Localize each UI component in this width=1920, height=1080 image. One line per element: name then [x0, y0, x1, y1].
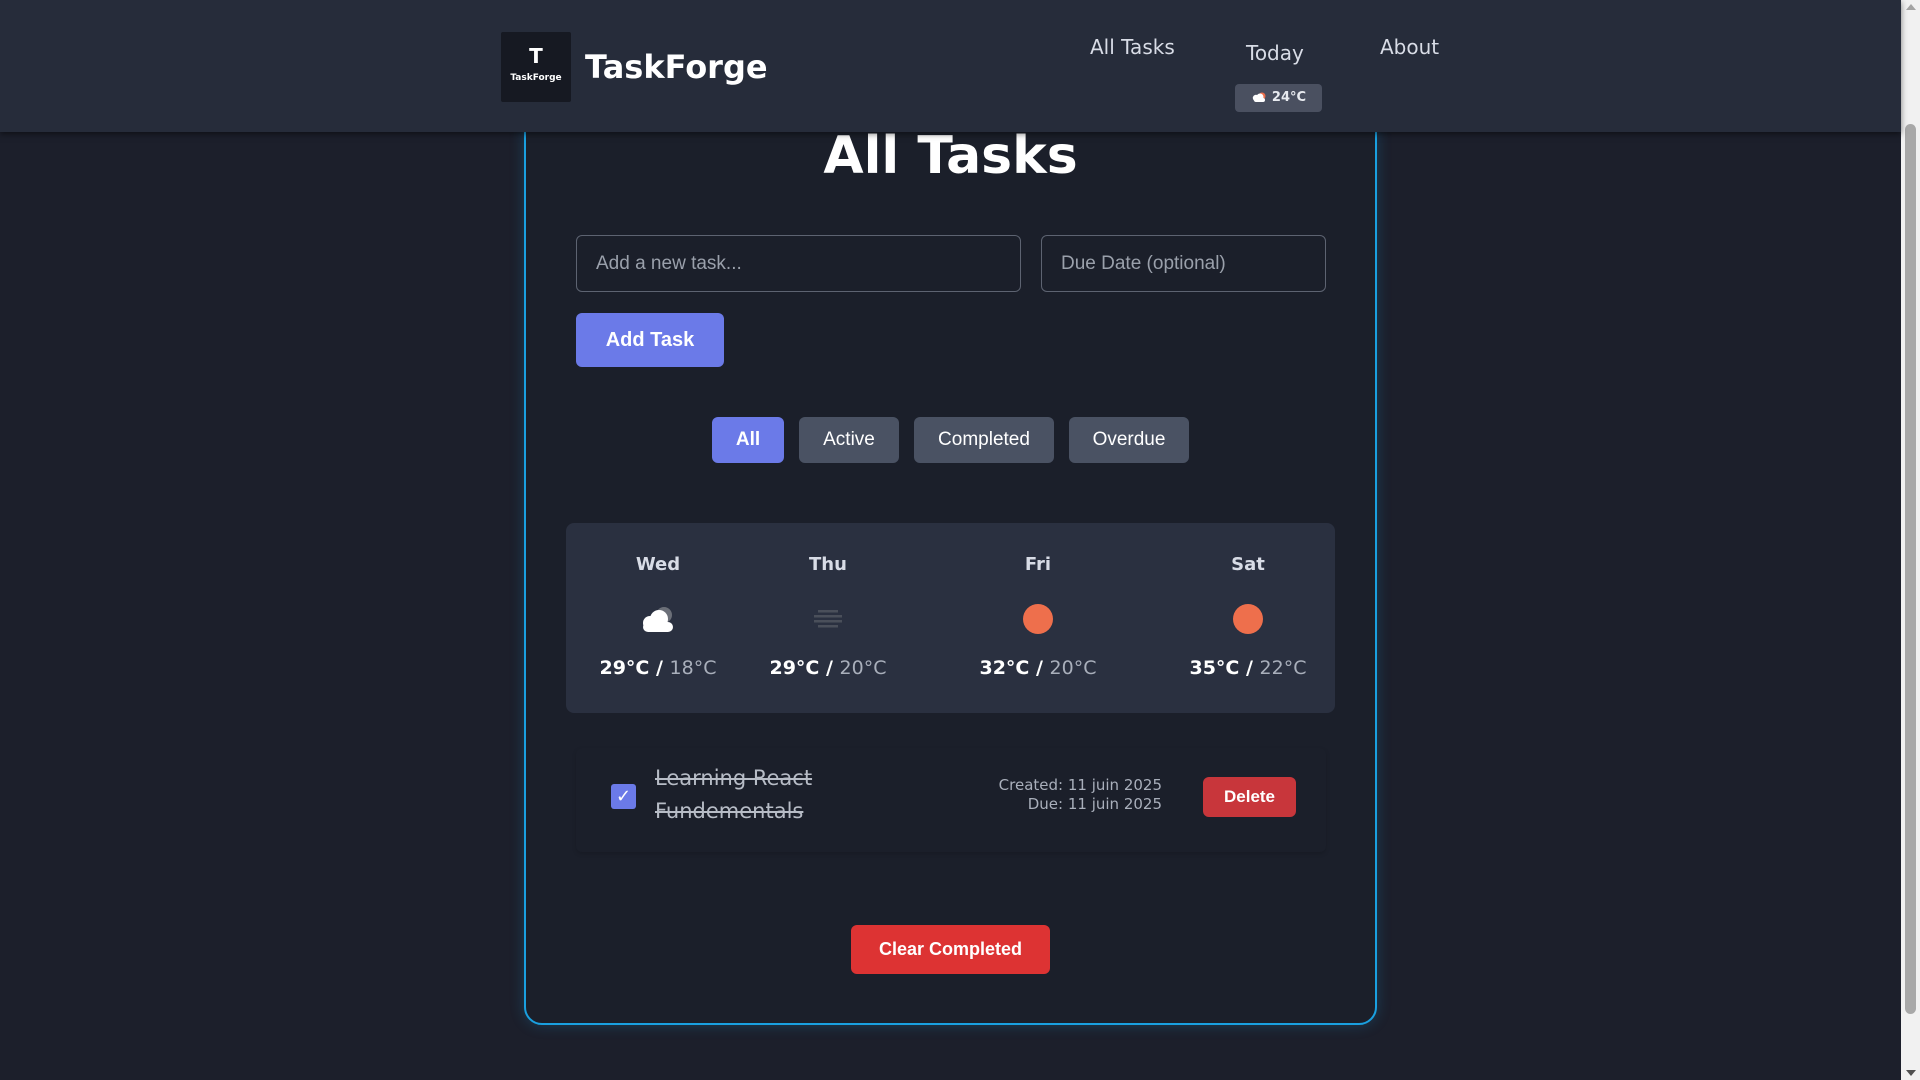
due-date-input[interactable] [1041, 235, 1326, 292]
forecast-temp: 35°C / 22°C [1189, 657, 1307, 679]
forecast-day-name: Sat [1231, 554, 1265, 575]
fog-icon [806, 601, 850, 637]
cloudy-icon [636, 601, 680, 637]
checkmark-icon: ✓ [615, 786, 632, 807]
scrollbar-thumb[interactable] [1905, 124, 1916, 1014]
forecast-high: 32°C [979, 657, 1030, 679]
logo-letter: T [529, 44, 543, 68]
nav-today[interactable]: Today [1246, 41, 1304, 65]
sun-icon [1226, 601, 1270, 637]
cloud-sun-icon [1251, 85, 1267, 102]
filter-completed-button[interactable]: Completed [914, 417, 1054, 463]
forecast-day: Sat 35°C / 22°C [1143, 523, 1335, 713]
task-created-date: Created: 11 juin 2025 [998, 776, 1162, 794]
filter-all-button[interactable]: All [712, 417, 784, 463]
task-item: ✓ Learning React Fundementals Created: 1… [576, 748, 1326, 852]
logo-wordmark: TaskForge [510, 73, 562, 83]
current-weather-temp: 24°C [1271, 90, 1307, 105]
forecast-day: Thu 29°C / 20°C [723, 523, 933, 713]
top-navbar: T TaskForge TaskForge All Tasks Today Ab… [0, 0, 1901, 132]
task-dates: Created: 11 juin 2025 Due: 11 juin 2025 [999, 776, 1162, 814]
forecast-low: 20°C [1049, 657, 1097, 679]
task-complete-checkbox[interactable]: ✓ [611, 784, 636, 809]
brand-name[interactable]: TaskForge [585, 48, 768, 86]
forecast-high: 29°C [769, 657, 820, 679]
vertical-scrollbar[interactable] [1901, 0, 1920, 1080]
forecast-high: 35°C [1189, 657, 1240, 679]
forecast-temp: 29°C / 20°C [769, 657, 887, 679]
new-task-input[interactable] [576, 235, 1021, 292]
delete-task-button[interactable]: Delete [1203, 777, 1296, 817]
forecast-day-name: Fri [1024, 554, 1052, 575]
task-due-date: Due: 11 juin 2025 [1027, 795, 1162, 813]
forecast-day-name: Thu [809, 554, 847, 575]
filter-active-button[interactable]: Active [799, 417, 899, 463]
filter-overdue-button[interactable]: Overdue [1069, 417, 1189, 463]
forecast-low: 20°C [839, 657, 887, 679]
task-text[interactable]: Learning React Fundementals [655, 762, 855, 828]
weather-forecast: Wed 29°C / 18°C Thu 29°C / 20°C Fri 32°C… [566, 523, 1335, 713]
forecast-high: 29°C [599, 657, 650, 679]
nav-all-tasks[interactable]: All Tasks [1090, 35, 1175, 59]
sun-icon [1016, 601, 1060, 637]
forecast-low: 18°C [669, 657, 717, 679]
forecast-temp: 32°C / 20°C [979, 657, 1097, 679]
logo[interactable]: T TaskForge [501, 32, 571, 102]
nav-about[interactable]: About [1380, 35, 1439, 59]
scroll-down-arrow-icon[interactable] [1906, 1070, 1916, 1076]
current-weather-badge: 24°C [1235, 84, 1322, 112]
page-title: All Tasks [823, 126, 1078, 186]
forecast-low: 22°C [1259, 657, 1307, 679]
add-task-button[interactable]: Add Task [576, 313, 724, 367]
scroll-up-arrow-icon[interactable] [1906, 4, 1916, 10]
clear-completed-button[interactable]: Clear Completed [851, 925, 1050, 974]
forecast-day: Fri 32°C / 20°C [933, 523, 1143, 713]
